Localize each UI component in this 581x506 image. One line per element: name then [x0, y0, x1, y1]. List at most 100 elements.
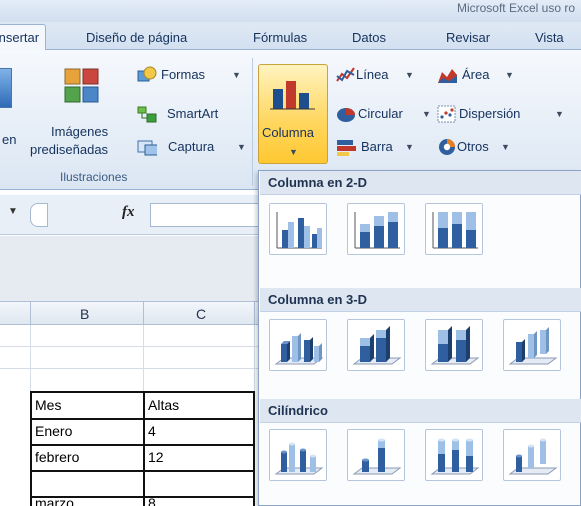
cylinder-3d-icon — [508, 438, 558, 475]
bar-dropdown-icon: ▼ — [405, 142, 414, 152]
scatter-chart-button[interactable]: Dispersión ▼ — [437, 105, 581, 127]
bar-chart-label: Barra — [361, 139, 393, 154]
formula-expand-control[interactable] — [30, 203, 48, 227]
pie-dropdown-icon: ▼ — [422, 109, 431, 119]
section-header-cylinder: Cilíndrico — [260, 399, 581, 423]
picture-icon — [0, 68, 12, 108]
cell-b-row2[interactable]: febrero — [35, 449, 79, 465]
doughnut-chart-icon — [439, 139, 455, 155]
shapes-icon — [137, 66, 157, 82]
shapes-button[interactable]: Formas ▼ — [137, 66, 247, 88]
excel-window: Microsoft Excel uso ro Insertar Diseño d… — [0, 0, 581, 506]
smartart-button[interactable]: SmartArt — [137, 105, 247, 127]
cell-c-row3[interactable]: 8 — [148, 495, 156, 506]
cell-c-header[interactable]: Altas — [148, 397, 179, 413]
percent-stacked-cylinder-icon — [430, 438, 480, 475]
area-chart-label: Área — [462, 67, 490, 82]
cell-c-row2[interactable]: 12 — [148, 449, 164, 465]
chart-stacked-column-3d[interactable] — [347, 319, 405, 371]
screenshot-label: Captura — [168, 139, 215, 154]
column-chart-button[interactable]: Columna ▼ — [258, 64, 328, 164]
tab-formulas[interactable]: Fórmulas — [253, 30, 307, 45]
tab-vista[interactable]: Vista — [535, 30, 564, 45]
column-headers: B C — [0, 301, 260, 326]
column-dropdown-icon: ▼ — [289, 147, 298, 157]
stacked-cylinder-icon — [352, 438, 402, 475]
bar-chart-button[interactable]: Barra ▼ — [336, 138, 426, 160]
cell-b-row1[interactable]: Enero — [35, 423, 72, 439]
other-dropdown-icon: ▼ — [501, 142, 510, 152]
column-chart-gallery: Columna en 2-D Columna en 3-D Cilíndrico — [258, 170, 581, 506]
shapes-dropdown-icon: ▼ — [232, 70, 241, 80]
cell-c-row1[interactable]: 4 — [148, 423, 156, 439]
bar-chart-icon — [337, 140, 356, 156]
clipart-label-line1: Imágenes — [51, 124, 109, 139]
column-3d-icon — [508, 327, 558, 365]
scatter-chart-label: Dispersión — [459, 106, 521, 121]
clipart-button[interactable]: Imágenes prediseñadas — [30, 66, 122, 166]
chart-stacked-cylinder[interactable] — [347, 429, 405, 481]
chart-cylinder-3d[interactable] — [503, 429, 561, 481]
pie-chart-button[interactable]: Circular ▼ — [336, 105, 436, 127]
title-bar: Microsoft Excel uso ro — [0, 0, 581, 22]
smartart-label: SmartArt — [167, 106, 219, 121]
name-box-dropdown-icon[interactable]: ▼ — [8, 206, 18, 217]
section-header-3d: Columna en 3-D — [260, 288, 581, 312]
smartart-icon — [137, 106, 157, 123]
left-button-label[interactable]: en — [2, 132, 16, 147]
clustered-cylinder-icon — [274, 442, 324, 475]
screenshot-dropdown-icon: ▼ — [237, 142, 246, 152]
line-chart-button[interactable]: Línea ▼ — [336, 66, 421, 88]
tab-diseno-de-pagina[interactable]: Diseño de página — [86, 30, 187, 45]
tab-insertar[interactable]: Insertar — [0, 24, 47, 51]
group-separator — [252, 58, 253, 186]
chart-clustered-column-3d[interactable] — [269, 319, 327, 371]
tab-revisar[interactable]: Revisar — [446, 30, 490, 45]
cell-b-header[interactable]: Mes — [35, 397, 61, 413]
section-header-2d: Columna en 2-D — [260, 171, 581, 195]
line-dropdown-icon: ▼ — [405, 70, 414, 80]
window-title: Microsoft Excel uso ro — [456, 1, 575, 15]
pie-chart-label: Circular — [358, 106, 403, 121]
line-chart-icon — [336, 67, 355, 82]
tab-datos[interactable]: Datos — [352, 30, 386, 45]
stacked-column-3d-icon — [352, 326, 402, 365]
screenshot-icon — [137, 140, 157, 156]
shapes-label: Formas — [161, 67, 206, 82]
clustered-column-icon — [276, 212, 322, 249]
column-header-c[interactable]: C — [196, 306, 206, 322]
percent-stacked-column-3d-icon — [430, 326, 480, 365]
screenshot-button[interactable]: Captura ▼ — [137, 138, 252, 160]
line-chart-label: Línea — [356, 67, 389, 82]
chart-100-stacked-column-2d[interactable] — [425, 203, 483, 255]
pie-chart-icon — [337, 108, 355, 122]
sheet-toolbar-area — [0, 236, 260, 301]
area-dropdown-icon: ▼ — [505, 70, 514, 80]
chart-column-3d[interactable] — [503, 319, 561, 371]
clustered-column-3d-icon — [274, 333, 324, 365]
clipart-icon — [64, 68, 99, 103]
formula-input[interactable] — [150, 203, 260, 227]
column-chart-icon — [270, 81, 315, 110]
column-header-b[interactable]: B — [80, 306, 89, 322]
chart-100-stacked-column-3d[interactable] — [425, 319, 483, 371]
stacked-column-icon — [354, 212, 400, 249]
area-chart-icon — [438, 69, 457, 83]
scatter-chart-icon — [437, 105, 456, 123]
percent-stacked-column-icon — [432, 212, 478, 249]
other-charts-button[interactable]: Otros ▼ — [437, 138, 537, 160]
group-label-illustrations: Ilustraciones — [60, 170, 128, 184]
ribbon-tabs: Insertar Diseño de página Fórmulas Datos… — [0, 22, 581, 51]
other-charts-label: Otros — [457, 139, 489, 154]
function-icon[interactable]: fx — [122, 204, 135, 221]
clipart-label-line2: prediseñadas — [30, 142, 109, 157]
scatter-dropdown-icon: ▼ — [555, 109, 564, 119]
cell-b-row3[interactable]: marzo — [35, 495, 74, 506]
chart-100-stacked-cylinder[interactable] — [425, 429, 483, 481]
chart-stacked-column-2d[interactable] — [347, 203, 405, 255]
area-chart-button[interactable]: Área ▼ — [437, 66, 527, 88]
chart-clustered-column-2d[interactable] — [269, 203, 327, 255]
chart-clustered-cylinder[interactable] — [269, 429, 327, 481]
ribbon-panel: en Imágenes prediseñadas Formas ▼ SmartA… — [0, 50, 581, 190]
column-chart-label: Columna — [262, 125, 315, 140]
